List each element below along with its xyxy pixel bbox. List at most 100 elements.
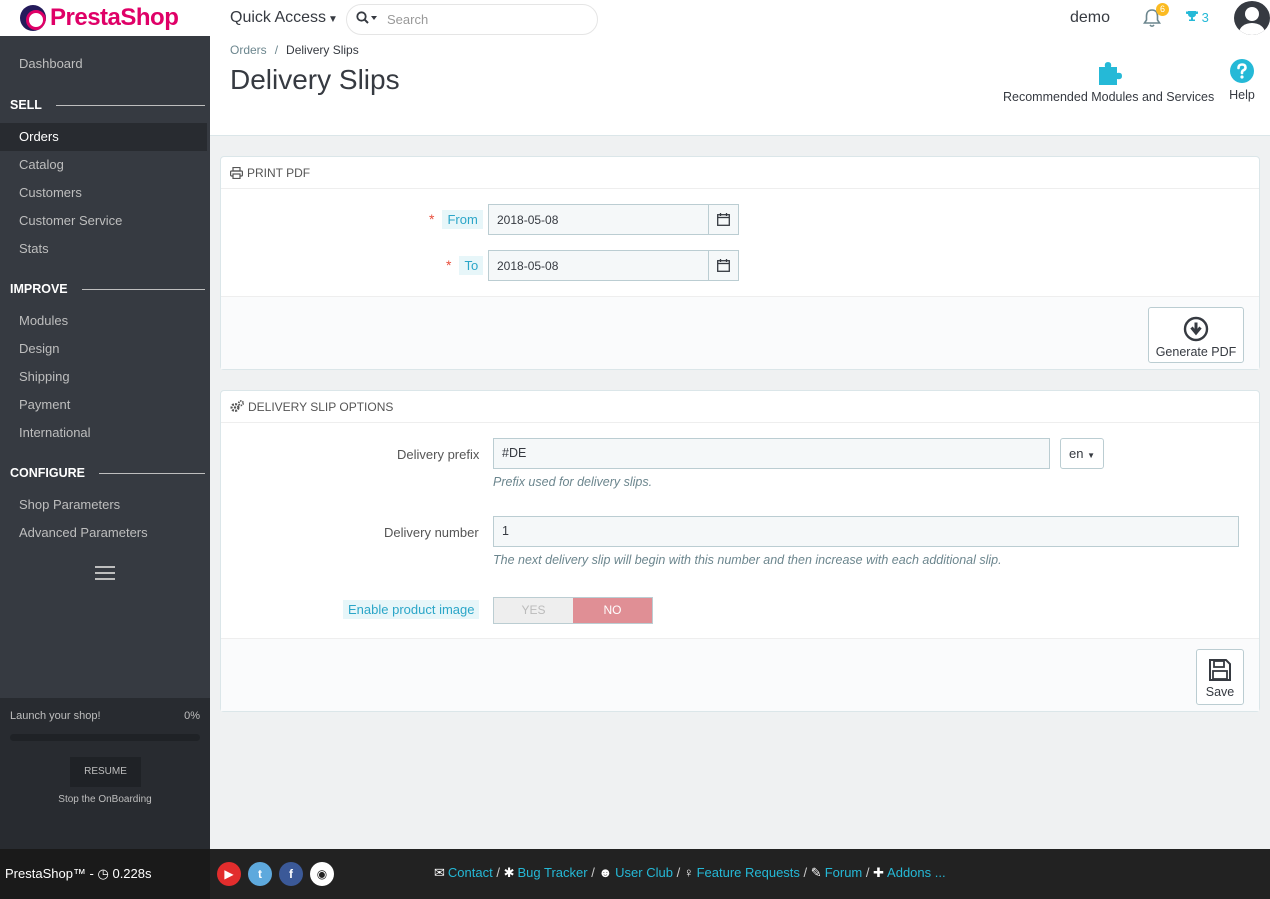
- download-icon: [1183, 316, 1209, 342]
- sidebar-section-title: CONFIGURE: [10, 466, 85, 480]
- footer-link-contact[interactable]: Contact: [448, 865, 493, 880]
- top-header: PrestaShop Quick Access▼ demo 6 3: [0, 0, 1270, 36]
- required-mark: *: [446, 257, 452, 273]
- menu-collapse-icon[interactable]: [95, 566, 115, 580]
- page-title: Delivery Slips: [230, 64, 400, 95]
- prestashop-logo[interactable]: PrestaShop: [20, 4, 179, 32]
- delivery-prefix-help: Prefix used for delivery slips.: [493, 475, 653, 489]
- from-date-field[interactable]: 2018-05-08: [488, 204, 739, 235]
- footer-link-addons[interactable]: Addons ...: [887, 865, 946, 880]
- to-date-value[interactable]: 2018-05-08: [489, 259, 708, 273]
- delivery-prefix-input[interactable]: #DE: [493, 438, 1050, 469]
- page-header: Orders / Delivery Slips Delivery Slips Rec…: [210, 36, 1270, 136]
- breadcrumb: Orders / Delivery Slips: [230, 43, 359, 57]
- delivery-prefix-label: Delivery prefix: [397, 447, 480, 462]
- print-icon: [230, 166, 243, 179]
- from-label-group: * From: [429, 210, 483, 229]
- caret-down-icon: ▼: [328, 14, 338, 25]
- to-date-field[interactable]: 2018-05-08: [488, 250, 739, 281]
- sidebar-item-stats[interactable]: Stats: [0, 235, 207, 263]
- sidebar-item-catalog[interactable]: Catalog: [0, 151, 207, 179]
- help-button[interactable]: Help: [1229, 58, 1255, 102]
- print-pdf-panel: PRINT PDF * From 2018-05-08 * To 2018-05-0…: [220, 156, 1260, 370]
- trophy-badge[interactable]: 3: [1186, 10, 1209, 25]
- sidebar-item-shipping[interactable]: Shipping: [0, 363, 207, 391]
- options-title: DELIVERY SLIP OPTIONS: [248, 399, 394, 414]
- footer-link-forum[interactable]: Forum: [825, 865, 863, 880]
- onboarding-panel: Launch your shop! 0% RESUME Stop the OnB…: [0, 698, 210, 849]
- product-image-label-group: Enable product image: [343, 600, 480, 619]
- search-icon[interactable]: [347, 11, 387, 28]
- from-date-value[interactable]: 2018-05-08: [489, 213, 708, 227]
- generate-pdf-label: Generate PDF: [1155, 345, 1237, 359]
- to-label: To: [459, 256, 484, 275]
- language-selector[interactable]: en ▼: [1060, 438, 1105, 469]
- bug-icon: ✱: [503, 865, 515, 880]
- sidebar-item-advanced-parameters[interactable]: Advanced Parameters: [0, 519, 207, 547]
- sidebar: Dashboard SELL Orders Catalog Customers …: [0, 36, 210, 849]
- breadcrumb-current: Delivery Slips: [286, 43, 359, 57]
- footer-version: PrestaShop™ - ◷ 0.228s: [0, 849, 210, 899]
- github-icon[interactable]: ◉: [310, 862, 334, 886]
- sidebar-item-modules[interactable]: Modules: [0, 307, 207, 335]
- footer-link-feature-requests[interactable]: Feature Requests: [697, 865, 800, 880]
- options-header: DELIVERY SLIP OPTIONS: [221, 391, 1259, 423]
- breadcrumb-orders[interactable]: Orders: [230, 43, 267, 57]
- sidebar-item-customers[interactable]: Customers: [0, 179, 207, 207]
- sidebar-item-payment[interactable]: Payment: [0, 391, 207, 419]
- toggle-no[interactable]: NO: [573, 598, 652, 623]
- required-mark: *: [429, 211, 435, 227]
- cogs-icon: [230, 400, 244, 413]
- caret-down-icon: ▼: [1087, 451, 1096, 460]
- search-input[interactable]: [387, 12, 587, 27]
- employee-name[interactable]: demo: [1070, 9, 1110, 27]
- twitter-icon[interactable]: t: [248, 862, 272, 886]
- employee-avatar[interactable]: [1234, 1, 1270, 35]
- language-code: en: [1069, 446, 1084, 461]
- print-pdf-footer: Generate PDF: [221, 296, 1259, 369]
- trophy-count: 3: [1201, 10, 1209, 25]
- delivery-number-help: The next delivery slip will begin with t…: [493, 553, 1002, 567]
- facebook-icon[interactable]: f: [279, 862, 303, 886]
- notifications-badge: 6: [1156, 3, 1169, 16]
- quick-access-label: Quick Access: [230, 9, 327, 26]
- search-bar: [346, 4, 598, 35]
- footer-link-user-club[interactable]: User Club: [615, 865, 673, 880]
- to-label-group: * To: [446, 256, 484, 275]
- sidebar-item-orders[interactable]: Orders: [0, 123, 207, 151]
- sidebar-item-customer-service[interactable]: Customer Service: [0, 207, 207, 235]
- puzzle-icon: ✚: [873, 865, 885, 880]
- product-image-toggle[interactable]: YES NO: [493, 597, 653, 624]
- generate-pdf-button[interactable]: Generate PDF: [1148, 307, 1244, 363]
- onboarding-percent: 0%: [184, 710, 200, 722]
- footer-link-bug-tracker[interactable]: Bug Tracker: [518, 865, 588, 880]
- help-icon: [1230, 59, 1254, 83]
- help-label: Help: [1229, 88, 1255, 102]
- calendar-icon[interactable]: [708, 251, 738, 280]
- lightbulb-icon: ♀: [683, 865, 694, 880]
- print-pdf-header: PRINT PDF: [221, 157, 1259, 189]
- save-label: Save: [1205, 685, 1235, 699]
- sidebar-item-dashboard[interactable]: Dashboard: [0, 50, 207, 78]
- sidebar-item-design[interactable]: Design: [0, 335, 207, 363]
- print-pdf-title: PRINT PDF: [247, 165, 311, 180]
- recommended-modules-label: Recommended Modules and Services: [1003, 90, 1215, 104]
- resume-button[interactable]: RESUME: [70, 757, 141, 787]
- calendar-icon[interactable]: [708, 205, 738, 234]
- product-image-label: Enable product image: [343, 600, 480, 619]
- sidebar-section-title: SELL: [10, 98, 42, 112]
- save-button[interactable]: Save: [1196, 649, 1244, 705]
- sidebar-item-international[interactable]: International: [0, 419, 207, 447]
- onboarding-progress-bar: [10, 734, 200, 741]
- options-footer: Save: [221, 638, 1259, 711]
- delivery-number-input[interactable]: 1: [493, 516, 1239, 547]
- stop-onboarding-link[interactable]: Stop the OnBoarding: [0, 794, 210, 805]
- sidebar-item-shop-parameters[interactable]: Shop Parameters: [0, 491, 207, 519]
- delivery-slip-options-panel: DELIVERY SLIP OPTIONS Delivery prefix #D…: [220, 390, 1260, 712]
- toggle-yes[interactable]: YES: [494, 598, 573, 623]
- clock-icon: ◷: [97, 866, 109, 881]
- envelope-icon: ✉: [434, 865, 445, 880]
- youtube-icon[interactable]: ▶: [217, 862, 241, 886]
- recommended-modules-button[interactable]: Recommended Modules and Services: [1003, 58, 1214, 104]
- quick-access-dropdown[interactable]: Quick Access ▼: [230, 9, 338, 27]
